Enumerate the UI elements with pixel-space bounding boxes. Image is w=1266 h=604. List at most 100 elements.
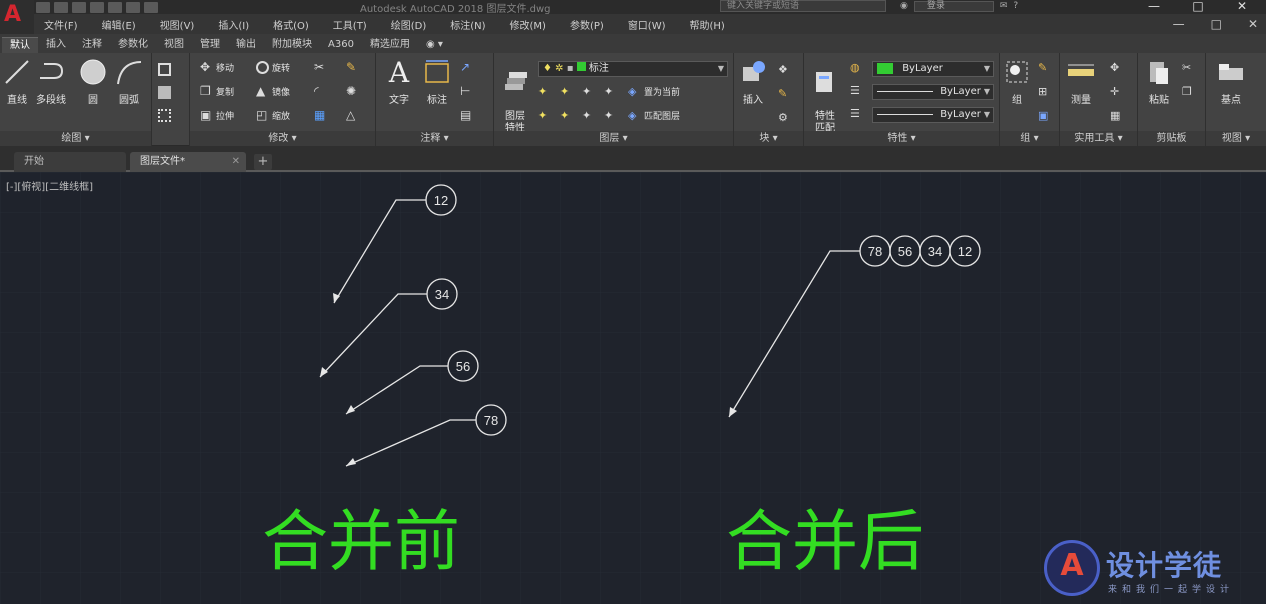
clipboard-panel-title[interactable]: 剪贴板 bbox=[1138, 131, 1205, 146]
insert-block-tool[interactable]: 插入 bbox=[738, 57, 768, 106]
viewport-controls[interactable]: [-][俯视][二维线框] bbox=[6, 178, 93, 193]
draw-panel-title[interactable]: 绘图 ▾ bbox=[0, 131, 151, 146]
copy-clip-tool[interactable]: ❐ bbox=[1182, 85, 1195, 98]
tab-annotate[interactable]: 注释 bbox=[74, 37, 110, 53]
login-button[interactable]: 登录 bbox=[913, 0, 994, 12]
tab-parametric[interactable]: 参数化 bbox=[110, 37, 156, 53]
copy-tool[interactable]: ❐ 复制 bbox=[200, 85, 234, 99]
menu-insert[interactable]: 插入(I) bbox=[218, 17, 249, 32]
block-panel-title[interactable]: 块 ▾ bbox=[734, 131, 803, 146]
maximize-button[interactable]: □ bbox=[1178, 0, 1218, 14]
tab-active-drawing[interactable]: 图层文件* ✕ bbox=[130, 152, 246, 172]
edit-attributes-tool[interactable]: ⚙ bbox=[778, 111, 791, 124]
group-tool[interactable]: 组 bbox=[1002, 57, 1032, 106]
arc-tool[interactable]: 圆弧 bbox=[114, 57, 144, 106]
application-menu-button[interactable]: A bbox=[0, 0, 34, 34]
ungroup-tool[interactable]: ✎ bbox=[1038, 61, 1051, 74]
print-icon[interactable] bbox=[108, 1, 122, 13]
layer-off-tool[interactable]: ✦ bbox=[538, 85, 551, 98]
layer-unlock-tool[interactable]: ✦ bbox=[604, 109, 617, 122]
base-point-tool[interactable]: 基点 bbox=[1216, 57, 1246, 106]
calculator-tool[interactable]: ▦ bbox=[1110, 109, 1123, 122]
edit-block-tool[interactable]: ✎ bbox=[778, 87, 791, 100]
lineweight-icon-tool[interactable]: ☰ bbox=[850, 107, 863, 120]
group-select-tool[interactable]: ▣ bbox=[1038, 109, 1051, 122]
text-tool[interactable]: A 文字 bbox=[384, 56, 414, 107]
linetype-dropdown[interactable]: ByLayer ▼ bbox=[872, 84, 994, 100]
modify-panel-title[interactable]: 修改 ▾ bbox=[190, 131, 375, 146]
menu-dimension[interactable]: 标注(N) bbox=[450, 17, 485, 32]
erase-tool[interactable]: ✎ bbox=[346, 61, 359, 74]
rotate-tool[interactable]: 旋转 bbox=[256, 61, 290, 74]
set-current-tool[interactable]: ◈ 置为当前 bbox=[628, 85, 680, 98]
create-block-tool[interactable]: ❖ bbox=[778, 63, 791, 76]
tab-insert[interactable]: 插入 bbox=[38, 37, 74, 53]
doc-close-button[interactable]: ✕ bbox=[1248, 17, 1258, 31]
menu-parametric[interactable]: 参数(P) bbox=[570, 17, 604, 32]
menu-help[interactable]: 帮助(H) bbox=[690, 17, 725, 32]
offset-tool[interactable]: △ bbox=[346, 109, 359, 122]
layer-isolate-tool[interactable]: ✦ bbox=[560, 85, 573, 98]
menu-edit[interactable]: 编辑(E) bbox=[102, 17, 136, 32]
fillet-tool[interactable]: ◜ bbox=[314, 85, 327, 98]
trim-tool[interactable]: ✂ bbox=[314, 61, 327, 74]
doc-restore-button[interactable]: □ bbox=[1211, 17, 1222, 31]
layer-properties-tool[interactable]: 图层 特性 bbox=[500, 57, 530, 135]
menu-window[interactable]: 窗口(W) bbox=[628, 17, 666, 32]
layer-dropdown[interactable]: ♦ ✲ ▪ 标注 ▼ bbox=[538, 61, 728, 77]
close-button[interactable]: ✕ bbox=[1222, 0, 1262, 14]
utilities-panel-title[interactable]: 实用工具 ▾ bbox=[1060, 131, 1137, 146]
dimension-tool[interactable]: 标注 bbox=[422, 57, 452, 106]
groups-panel-title[interactable]: 组 ▾ bbox=[1000, 131, 1059, 146]
layer-freeze-tool[interactable]: ✦ bbox=[582, 85, 595, 98]
linetype-icon-tool[interactable]: ☰ bbox=[850, 84, 863, 97]
leader-tool[interactable]: ↗ bbox=[460, 61, 473, 74]
tab-view[interactable]: 视图 bbox=[156, 37, 192, 53]
open-file-icon[interactable] bbox=[54, 1, 68, 13]
tab-a360[interactable]: A360 bbox=[320, 37, 362, 53]
rectangle-tool[interactable] bbox=[158, 63, 171, 76]
new-tab-button[interactable]: + bbox=[254, 154, 272, 170]
properties-panel-title[interactable]: 特性 ▾ bbox=[804, 131, 999, 146]
tab-featured-apps[interactable]: 精选应用 bbox=[362, 37, 418, 53]
tab-addins[interactable]: 附加模块 bbox=[264, 37, 320, 53]
group-edit-tool[interactable]: ⊞ bbox=[1038, 85, 1051, 98]
menu-draw[interactable]: 绘图(D) bbox=[391, 17, 427, 32]
save-as-icon[interactable] bbox=[90, 1, 104, 13]
circle-tool[interactable]: 圆 bbox=[78, 57, 108, 106]
tab-output[interactable]: 输出 bbox=[228, 37, 264, 53]
tab-default[interactable]: 默认 bbox=[2, 37, 38, 53]
doc-minimize-button[interactable]: — bbox=[1173, 17, 1185, 31]
polyline-tool[interactable]: 多段线 bbox=[36, 57, 66, 106]
color-picker-tool[interactable]: ◍ bbox=[850, 61, 863, 74]
array-tool[interactable]: ▦ bbox=[314, 109, 327, 122]
layer-unisolate-tool[interactable]: ✦ bbox=[560, 109, 573, 122]
scale-tool[interactable]: ◰ 缩放 bbox=[256, 109, 290, 123]
tab-manage[interactable]: 管理 bbox=[192, 37, 228, 53]
layer-on-tool[interactable]: ✦ bbox=[538, 109, 551, 122]
hatch-tool[interactable] bbox=[158, 86, 171, 99]
save-icon[interactable] bbox=[72, 1, 86, 13]
help-icon[interactable]: ? bbox=[1013, 1, 1018, 11]
ribbon-display-toggle-icon[interactable]: ◉ ▾ bbox=[418, 37, 451, 53]
label-before-merge[interactable]: 合并前 bbox=[262, 503, 460, 580]
search-input[interactable]: 键入关键字或短语 bbox=[720, 0, 886, 12]
menu-view[interactable]: 视图(V) bbox=[160, 17, 195, 32]
close-tab-icon[interactable]: ✕ bbox=[232, 152, 240, 171]
menu-format[interactable]: 格式(O) bbox=[273, 17, 309, 32]
exchange-icon[interactable]: ✉ bbox=[1000, 1, 1008, 11]
mirror-tool[interactable]: ▲ 镜像 bbox=[256, 85, 290, 99]
lineweight-dropdown[interactable]: ByLayer ▼ bbox=[872, 107, 994, 123]
redo-icon[interactable] bbox=[144, 1, 158, 13]
layer-thaw-tool[interactable]: ✦ bbox=[582, 109, 595, 122]
table-tool[interactable]: ▤ bbox=[460, 109, 473, 122]
match-layer-tool[interactable]: ◈ 匹配图层 bbox=[628, 109, 680, 122]
explode-tool[interactable]: ✺ bbox=[346, 85, 359, 98]
move-tool[interactable]: ✥ 移动 bbox=[200, 61, 234, 75]
line-tool[interactable]: 直线 bbox=[2, 57, 32, 106]
binoculars-icon[interactable]: ◉ bbox=[900, 1, 908, 11]
menu-file[interactable]: 文件(F) bbox=[44, 17, 78, 32]
match-properties-tool[interactable]: 特性 匹配 bbox=[810, 57, 840, 135]
cut-tool[interactable]: ✂ bbox=[1182, 61, 1195, 74]
layers-panel-title[interactable]: 图层 ▾ bbox=[494, 131, 733, 146]
